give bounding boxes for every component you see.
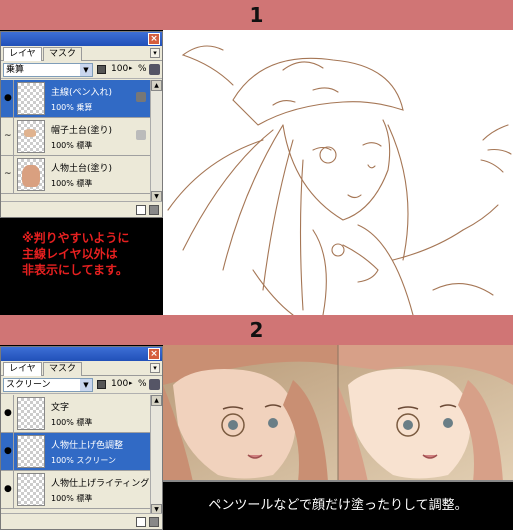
trash-icon[interactable] [149, 517, 159, 527]
step-1-header: 1 [0, 0, 513, 30]
lineart-illustration [163, 30, 513, 315]
layer-row[interactable]: ● 文字 100% 標準 [1, 395, 150, 433]
lineart-drawing [167, 45, 512, 315]
tab-menu-icon[interactable]: ▾ [150, 363, 160, 373]
layer-list: ● 文字 100% 標準 ● 人物仕上げ色調整 100% スクリーン ● 人物仕… [1, 395, 158, 515]
layer-options-row: 乗算 ▼ 100 ▸ % [1, 61, 162, 79]
caption-text: ペンツールなどで顔だけ塗ったりして調整。 [163, 482, 513, 530]
close-icon[interactable]: × [148, 33, 160, 45]
layer-thumbnail [17, 473, 45, 506]
visibility-toggle[interactable]: ~ [2, 156, 14, 193]
opacity-unit: % [138, 64, 147, 74]
trash-icon[interactable] [149, 205, 159, 215]
colored-drawing [163, 345, 513, 482]
layer-panel-1: × レイヤ マスク ▾ 乗算 ▼ 100 ▸ % ● 主線(ペン入れ) 100%… [0, 31, 163, 218]
colored-comparison [163, 345, 513, 482]
opacity-unit: % [138, 379, 147, 389]
layer-thumbnail [17, 82, 45, 115]
panel-tabs: レイヤ マスク ▾ [1, 361, 162, 376]
opacity-value[interactable]: 100 [111, 64, 128, 74]
blend-mode-value: スクリーン [6, 380, 51, 390]
opacity-icon [97, 65, 106, 74]
layer-mode: 100% 標準 [51, 418, 93, 427]
layer-lock-icon [136, 130, 146, 140]
layer-name: 帽子土台(塗り) [51, 126, 113, 136]
new-layer-icon[interactable] [136, 205, 146, 215]
panel-footer [1, 201, 162, 217]
layer-thumbnail [17, 397, 45, 430]
eye-icon: ● [4, 93, 12, 103]
eye-icon: ● [4, 446, 12, 456]
layer-lock-icon [136, 92, 146, 102]
layer-name: 文字 [51, 403, 70, 413]
step-2-header: 2 [0, 315, 513, 345]
visibility-toggle[interactable]: ● [2, 471, 14, 508]
layer-list: ● 主線(ペン入れ) 100% 乗算 ~ 帽子土台(塗り) 100% 標準 ~ … [1, 80, 150, 202]
layer-thumbnail [17, 435, 45, 468]
thumbnail-figure [24, 129, 36, 137]
layer-name: 人物仕上げライティング... [51, 479, 158, 489]
layer-mode: 100% スクリーン [51, 456, 117, 465]
panel-titlebar[interactable]: × [1, 32, 162, 46]
opacity-arrow-icon[interactable]: ▸ [129, 64, 133, 72]
layer-row[interactable]: ● 主線(ペン入れ) 100% 乗算 [1, 80, 150, 118]
panel-titlebar[interactable]: × [1, 347, 162, 361]
layer-thumbnail [17, 158, 45, 191]
layer-mode: 100% 乗算 [51, 103, 93, 112]
hidden-eye-icon: ~ [4, 131, 12, 141]
layer-name: 主線(ペン入れ) [51, 88, 113, 98]
opacity-value[interactable]: 100 [111, 379, 128, 389]
tab-mask[interactable]: マスク [43, 47, 83, 61]
layer-name: 人物仕上げ色調整 [51, 441, 124, 451]
layer-scrollbar[interactable]: ▲ ▼ [150, 395, 162, 515]
layer-thumbnail [17, 120, 45, 153]
visibility-toggle[interactable]: ● [2, 80, 14, 117]
layer-options-row: スクリーン ▼ 100 ▸ % [1, 376, 162, 394]
layer-name: 人物土台(塗り) [51, 164, 113, 174]
scroll-up-icon[interactable]: ▲ [151, 80, 162, 91]
blend-mode-select[interactable]: スクリーン ▼ [3, 378, 93, 392]
visibility-toggle[interactable]: ● [2, 433, 14, 470]
blend-mode-value: 乗算 [6, 65, 25, 75]
lock-icon[interactable] [149, 379, 160, 390]
blend-mode-select[interactable]: 乗算 ▼ [3, 63, 93, 77]
note-line-2: 主線レイヤ以外は [22, 247, 118, 261]
tab-menu-icon[interactable]: ▾ [150, 48, 160, 58]
scroll-up-icon[interactable]: ▲ [151, 395, 162, 406]
opacity-icon [97, 380, 106, 389]
layer-mode: 100% 標準 [51, 494, 93, 503]
panel-footer [1, 513, 162, 529]
visibility-toggle[interactable]: ~ [2, 118, 14, 155]
note-line-1: ※判りやすいように [22, 231, 130, 245]
tab-layer[interactable]: レイヤ [3, 362, 42, 376]
chevron-down-icon[interactable]: ▼ [80, 64, 92, 76]
layer-scrollbar[interactable]: ▲ ▼ [150, 80, 162, 202]
eye-icon: ● [4, 408, 12, 418]
layer-row[interactable]: ● 人物仕上げライティング... 100% 標準 [1, 471, 158, 509]
panel-tabs: レイヤ マスク ▾ [1, 46, 162, 61]
lock-icon[interactable] [149, 64, 160, 75]
opacity-arrow-icon[interactable]: ▸ [129, 379, 133, 387]
tab-mask[interactable]: マスク [43, 362, 83, 376]
layer-row[interactable]: ● 人物仕上げ色調整 100% スクリーン [1, 433, 150, 471]
layer-mode: 100% 標準 [51, 141, 93, 150]
note-text: ※判りやすいように 主線レイヤ以外は 非表示にしてます。 [0, 218, 163, 315]
layer-row[interactable]: ~ 帽子土台(塗り) 100% 標準 [1, 118, 150, 156]
chevron-down-icon[interactable]: ▼ [80, 379, 92, 391]
tab-layer[interactable]: レイヤ [3, 47, 42, 61]
close-icon[interactable]: × [148, 348, 160, 360]
layer-panel-2: × レイヤ マスク ▾ スクリーン ▼ 100 ▸ % ● 文字 100% 標準… [0, 346, 163, 530]
visibility-toggle[interactable]: ● [2, 395, 14, 432]
hidden-eye-icon: ~ [4, 169, 12, 179]
note-line-3: 非表示にしてます。 [22, 263, 128, 277]
layer-row[interactable]: ~ 人物土台(塗り) 100% 標準 [1, 156, 150, 194]
new-layer-icon[interactable] [136, 517, 146, 527]
thumbnail-figure [22, 165, 40, 187]
eye-icon: ● [4, 484, 12, 494]
layer-mode: 100% 標準 [51, 179, 93, 188]
